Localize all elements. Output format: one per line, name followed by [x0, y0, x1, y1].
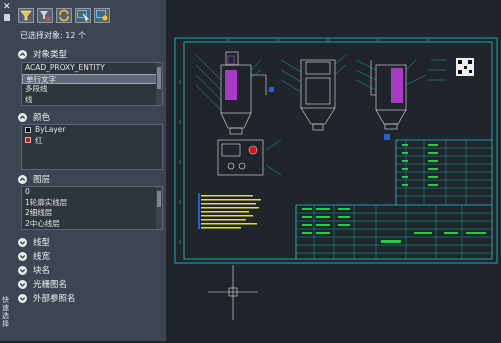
list-item[interactable]: 2细线层	[22, 208, 162, 219]
select-objects-icon[interactable]	[75, 8, 91, 23]
raster-name-section[interactable]: 光栅图名	[18, 278, 67, 290]
list-item[interactable]: 2中心线层	[22, 219, 162, 230]
quick-select-panel: 已选择对象: 12 个 对象类型 ACAD_PROXY_ENTITY 单行文字 …	[14, 0, 167, 341]
xref-name-section[interactable]: 外部参照名	[18, 292, 76, 304]
close-icon[interactable]: ✕	[3, 3, 11, 12]
list-item[interactable]: 红	[22, 136, 162, 147]
selection-count: 已选择对象: 12 个	[20, 31, 86, 40]
list-item[interactable]: 1轮廓实线层	[22, 198, 162, 209]
palette-title: 快速选择	[2, 296, 9, 328]
list-item[interactable]: 线	[22, 95, 162, 106]
object-type-section[interactable]: 对象类型	[18, 48, 67, 60]
list-item[interactable]: 0	[22, 187, 162, 198]
block-name-label: 块名	[33, 266, 51, 276]
refresh-icon[interactable]	[56, 8, 72, 23]
scrollbar[interactable]	[156, 63, 162, 105]
xref-name-label: 外部参照名	[33, 294, 76, 304]
layer-section[interactable]: 图层	[18, 173, 50, 185]
list-item[interactable]: ACAD_PROXY_ENTITY	[22, 63, 162, 74]
color-list[interactable]: ByLayer 红	[21, 124, 163, 170]
object-type-label: 对象类型	[33, 50, 68, 60]
chevron-down-icon	[18, 251, 27, 261]
color-swatch	[25, 137, 31, 143]
chevron-down-icon	[18, 237, 27, 247]
block-name-section[interactable]: 块名	[18, 264, 50, 276]
list-item-selected[interactable]: 单行文字	[22, 73, 162, 84]
chevron-down-icon	[18, 265, 27, 275]
color-swatch	[25, 126, 31, 133]
color-section[interactable]: 颜色	[18, 111, 50, 123]
object-type-list[interactable]: ACAD_PROXY_ENTITY 单行文字 多段线 线	[21, 62, 163, 106]
lineweight-label: 线宽	[33, 252, 51, 262]
filter-icon[interactable]	[18, 8, 34, 23]
list-item[interactable]: 多段线	[22, 84, 162, 95]
linetype-label: 线型	[33, 238, 51, 248]
list-item[interactable]: ByLayer	[22, 125, 162, 136]
color-label: 颜色	[33, 113, 51, 123]
filter-remove-icon[interactable]	[37, 8, 53, 23]
lineweight-section[interactable]: 线宽	[18, 250, 50, 262]
palette-menu-icon[interactable]	[4, 14, 10, 21]
raster-name-label: 光栅图名	[33, 280, 68, 290]
chevron-up-icon	[18, 49, 27, 59]
chevron-down-icon	[18, 293, 27, 303]
settings-icon[interactable]	[94, 8, 110, 23]
linetype-section[interactable]: 线型	[18, 236, 50, 248]
drawing-canvas[interactable]	[166, 0, 501, 341]
layer-label: 图层	[33, 175, 51, 185]
chevron-up-icon	[18, 112, 27, 122]
cad-drawing	[174, 37, 498, 320]
scrollbar[interactable]	[156, 187, 162, 229]
layer-list[interactable]: 0 1轮廓实线层 2细线层 2中心线层	[21, 186, 163, 230]
chevron-up-icon	[18, 174, 27, 184]
chevron-down-icon	[18, 279, 27, 289]
palette-side-strip: ✕ 快速选择	[0, 0, 15, 341]
